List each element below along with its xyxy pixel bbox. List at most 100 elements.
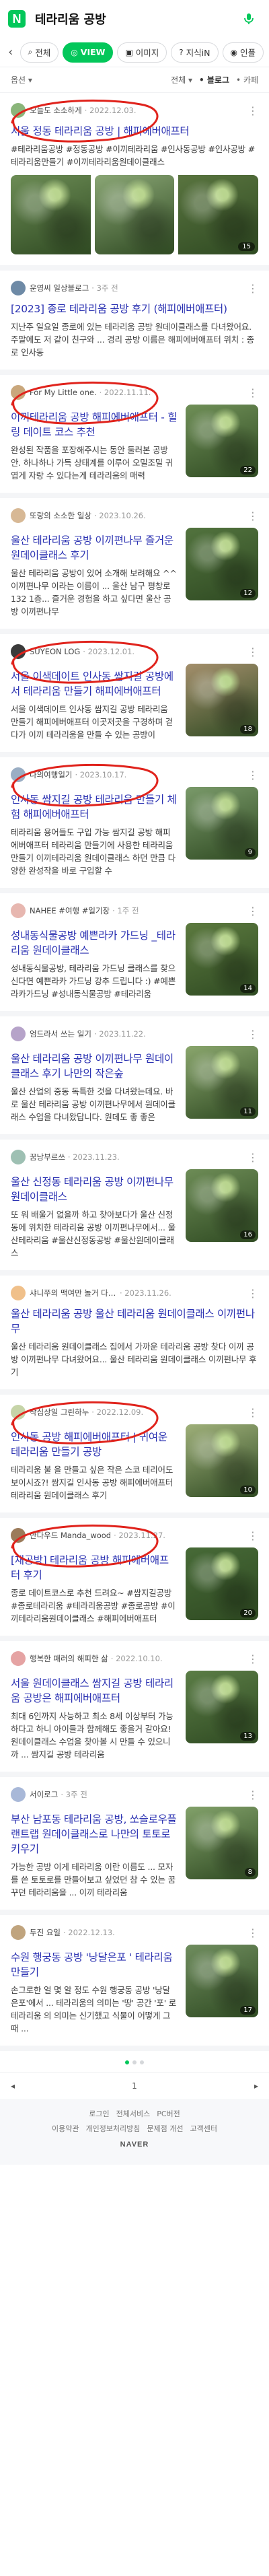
avatar[interactable] xyxy=(11,103,26,118)
avatar[interactable] xyxy=(11,1925,26,1940)
author-name[interactable]: 오늘도 소소하게 xyxy=(30,105,82,116)
result-thumbnail[interactable]: 14 xyxy=(186,923,258,996)
more-icon[interactable]: ⋮ xyxy=(247,510,258,522)
gallery-image[interactable] xyxy=(11,175,91,254)
author-name[interactable]: 나의여행일기 xyxy=(30,769,72,780)
avatar[interactable] xyxy=(11,1528,26,1543)
more-icon[interactable]: ⋮ xyxy=(247,282,258,295)
current-page: 1 xyxy=(132,2081,137,2091)
image-gallery[interactable]: 15 xyxy=(11,175,259,254)
avatar[interactable] xyxy=(11,1787,26,1802)
back-chevron-icon[interactable]: ‹ xyxy=(5,42,16,63)
more-icon[interactable]: ⋮ xyxy=(247,1652,258,1665)
result-title[interactable]: 이끼테라리움 공방 해피에버애프터 - 힐링 데이트 코스 추천 xyxy=(11,410,178,440)
footer-link[interactable]: 전체서비스 xyxy=(116,2108,151,2119)
policy-link[interactable]: 문제점 개선 xyxy=(147,2123,183,2134)
naver-logo[interactable]: N xyxy=(8,10,26,28)
avatar[interactable] xyxy=(11,1286,26,1300)
result-title[interactable]: 성내동식물공방 예쁜라카 가드닝 _테라리움 원데이클래스 xyxy=(11,928,178,958)
author-name[interactable]: 서이로그 xyxy=(30,1789,58,1800)
result-title[interactable]: 울산 신정동 테라리움 공방 이끼편나무 원데이클래스 xyxy=(11,1175,178,1204)
options-toggle[interactable]: 옵션 ▾ xyxy=(11,74,32,85)
filter-cafe[interactable]: • 카페 xyxy=(236,74,258,85)
result-thumbnail[interactable]: 9 xyxy=(186,787,258,860)
author-name[interactable]: 만다우드 Manda_wood xyxy=(30,1530,111,1541)
more-icon[interactable]: ⋮ xyxy=(247,1529,258,1542)
result-thumbnail[interactable]: 12 xyxy=(186,528,258,600)
tab-4[interactable]: ◉ 인플 xyxy=(222,42,264,63)
more-icon[interactable]: ⋮ xyxy=(247,1151,258,1164)
author-name[interactable]: 또랑의 소소한 일상 xyxy=(30,510,91,521)
avatar[interactable] xyxy=(11,1026,26,1041)
author-name[interactable]: 샤니쭈의 맥여만 놀거 다니는... xyxy=(30,1288,117,1298)
author-name[interactable]: 꿈낭부르쓰 xyxy=(30,1152,65,1162)
more-icon[interactable]: ⋮ xyxy=(247,1788,258,1801)
tab-3[interactable]: ? 지식iN xyxy=(171,42,219,63)
more-icon[interactable]: ⋮ xyxy=(247,386,258,399)
more-icon[interactable]: ⋮ xyxy=(247,905,258,917)
tab-2[interactable]: ▣ 이미지 xyxy=(117,42,167,63)
more-icon[interactable]: ⋮ xyxy=(247,1028,258,1041)
policy-link[interactable]: 고객센터 xyxy=(190,2123,217,2134)
next-page-button[interactable]: ▸ xyxy=(254,2081,258,2091)
result-thumbnail[interactable]: 11 xyxy=(186,1046,258,1119)
more-icon[interactable]: ⋮ xyxy=(247,769,258,781)
filter-blog[interactable]: • 블로그 xyxy=(199,74,229,85)
result-title[interactable]: [2023] 종로 테라리움 공방 후기 (해피에버애프터) xyxy=(11,302,258,316)
policy-link[interactable]: 개인정보처리방침 xyxy=(85,2123,140,2134)
result-thumbnail[interactable]: 16 xyxy=(186,1169,258,1242)
more-icon[interactable]: ⋮ xyxy=(247,1406,258,1419)
tab-0[interactable]: ⌕ 전체 xyxy=(20,42,59,63)
result-thumbnail[interactable]: 22 xyxy=(186,405,258,477)
footer-link[interactable]: PC버전 xyxy=(157,2108,180,2119)
avatar[interactable] xyxy=(11,1150,26,1164)
search-query[interactable]: 테라리움 공방 xyxy=(35,10,238,28)
author-name[interactable]: 운영씨 일상블로그 xyxy=(30,283,89,293)
author-name[interactable]: SUYEON LOG xyxy=(30,647,80,656)
result-title[interactable]: 인사동 공방 해피에버애프터 | 귀여운 테라리움 만들기 공방 xyxy=(11,1430,178,1459)
result-title[interactable]: 서울 이색데이트 인사동 쌈지길 공방에서 테라리움 만들기 해피에버애프터 xyxy=(11,669,178,699)
result-thumbnail[interactable]: 18 xyxy=(186,664,258,736)
author-name[interactable]: For My Little one. xyxy=(30,388,97,397)
result-thumbnail[interactable]: 20 xyxy=(186,1547,258,1620)
author-name[interactable]: 엄드라서 쓰는 일기 xyxy=(30,1029,91,1039)
filter-all[interactable]: 전체 ▾ xyxy=(171,74,192,85)
policy-link[interactable]: 이용약관 xyxy=(52,2123,79,2134)
result-title[interactable]: 울산 테라리움 공방 이끼편나무 원데이클래스 후기 나만의 작은숲 xyxy=(11,1051,178,1081)
result-title[interactable]: 울산 테라리움 공방 이끼편나무 즐거운 원데이클래스 후기 xyxy=(11,533,178,563)
author-name[interactable]: NAHEE #여행 #일기장 xyxy=(30,905,110,916)
avatar[interactable] xyxy=(11,644,26,659)
result-thumbnail[interactable]: 10 xyxy=(186,1424,258,1497)
result-title[interactable]: 인사동 쌈지길 공방 테라리움 만들기 체험 해피에버애프터 xyxy=(11,792,178,822)
gallery-image[interactable]: 15 xyxy=(178,175,259,254)
more-icon[interactable]: ⋮ xyxy=(247,1926,258,1939)
prev-page-button[interactable]: ◂ xyxy=(11,2081,15,2091)
author-name[interactable]: 두진 요일 xyxy=(30,1927,61,1938)
avatar[interactable] xyxy=(11,903,26,918)
result-title[interactable]: 서울 원데이클래스 쌈지길 공방 테라리움 공방은 해피에버애프터 xyxy=(11,1676,178,1706)
footer-link[interactable]: 로그인 xyxy=(89,2108,109,2119)
result-thumbnail[interactable]: 17 xyxy=(186,1945,258,2017)
author-name[interactable]: 작심상일 그린하누 xyxy=(30,1407,89,1418)
result-title[interactable]: [재공방] 테라리움 공방 해피에버애프터 후기 xyxy=(11,1553,178,1582)
result-title[interactable]: 울산 테라리움 공방 울산 테라리움 원데이클래스 이끼펀나무 xyxy=(11,1307,258,1336)
avatar[interactable] xyxy=(11,1651,26,1666)
result-thumbnail[interactable]: 13 xyxy=(186,1671,258,1743)
avatar[interactable] xyxy=(11,508,26,523)
result-title[interactable]: 부산 남포동 테라리움 공방, 쏘슬로우플랜트랩 원데이클래스로 나만의 토토로… xyxy=(11,1812,178,1856)
result-thumbnail[interactable]: 8 xyxy=(186,1807,258,1879)
result-title[interactable]: 수원 행궁동 공방 '낭달은포 ' 테라리움 만들기 xyxy=(11,1950,178,1980)
author-name[interactable]: 행복한 패러의 해피한 삶 xyxy=(30,1653,108,1664)
more-icon[interactable]: ⋮ xyxy=(247,1287,258,1300)
author-row: 오늘도 소소하게 · 2022.12.03. ⋮ xyxy=(11,102,258,118)
more-icon[interactable]: ⋮ xyxy=(247,104,258,117)
avatar[interactable] xyxy=(11,281,26,295)
mic-icon[interactable] xyxy=(238,8,260,30)
more-icon[interactable]: ⋮ xyxy=(247,646,258,658)
result-title[interactable]: 서울 정동 테라리움 공방 | 해피에버애프터 xyxy=(11,124,258,139)
tab-1[interactable]: ◎ VIEW xyxy=(63,42,114,63)
gallery-image[interactable] xyxy=(94,175,175,254)
avatar[interactable] xyxy=(11,767,26,782)
avatar[interactable] xyxy=(11,385,26,400)
avatar[interactable] xyxy=(11,1405,26,1420)
